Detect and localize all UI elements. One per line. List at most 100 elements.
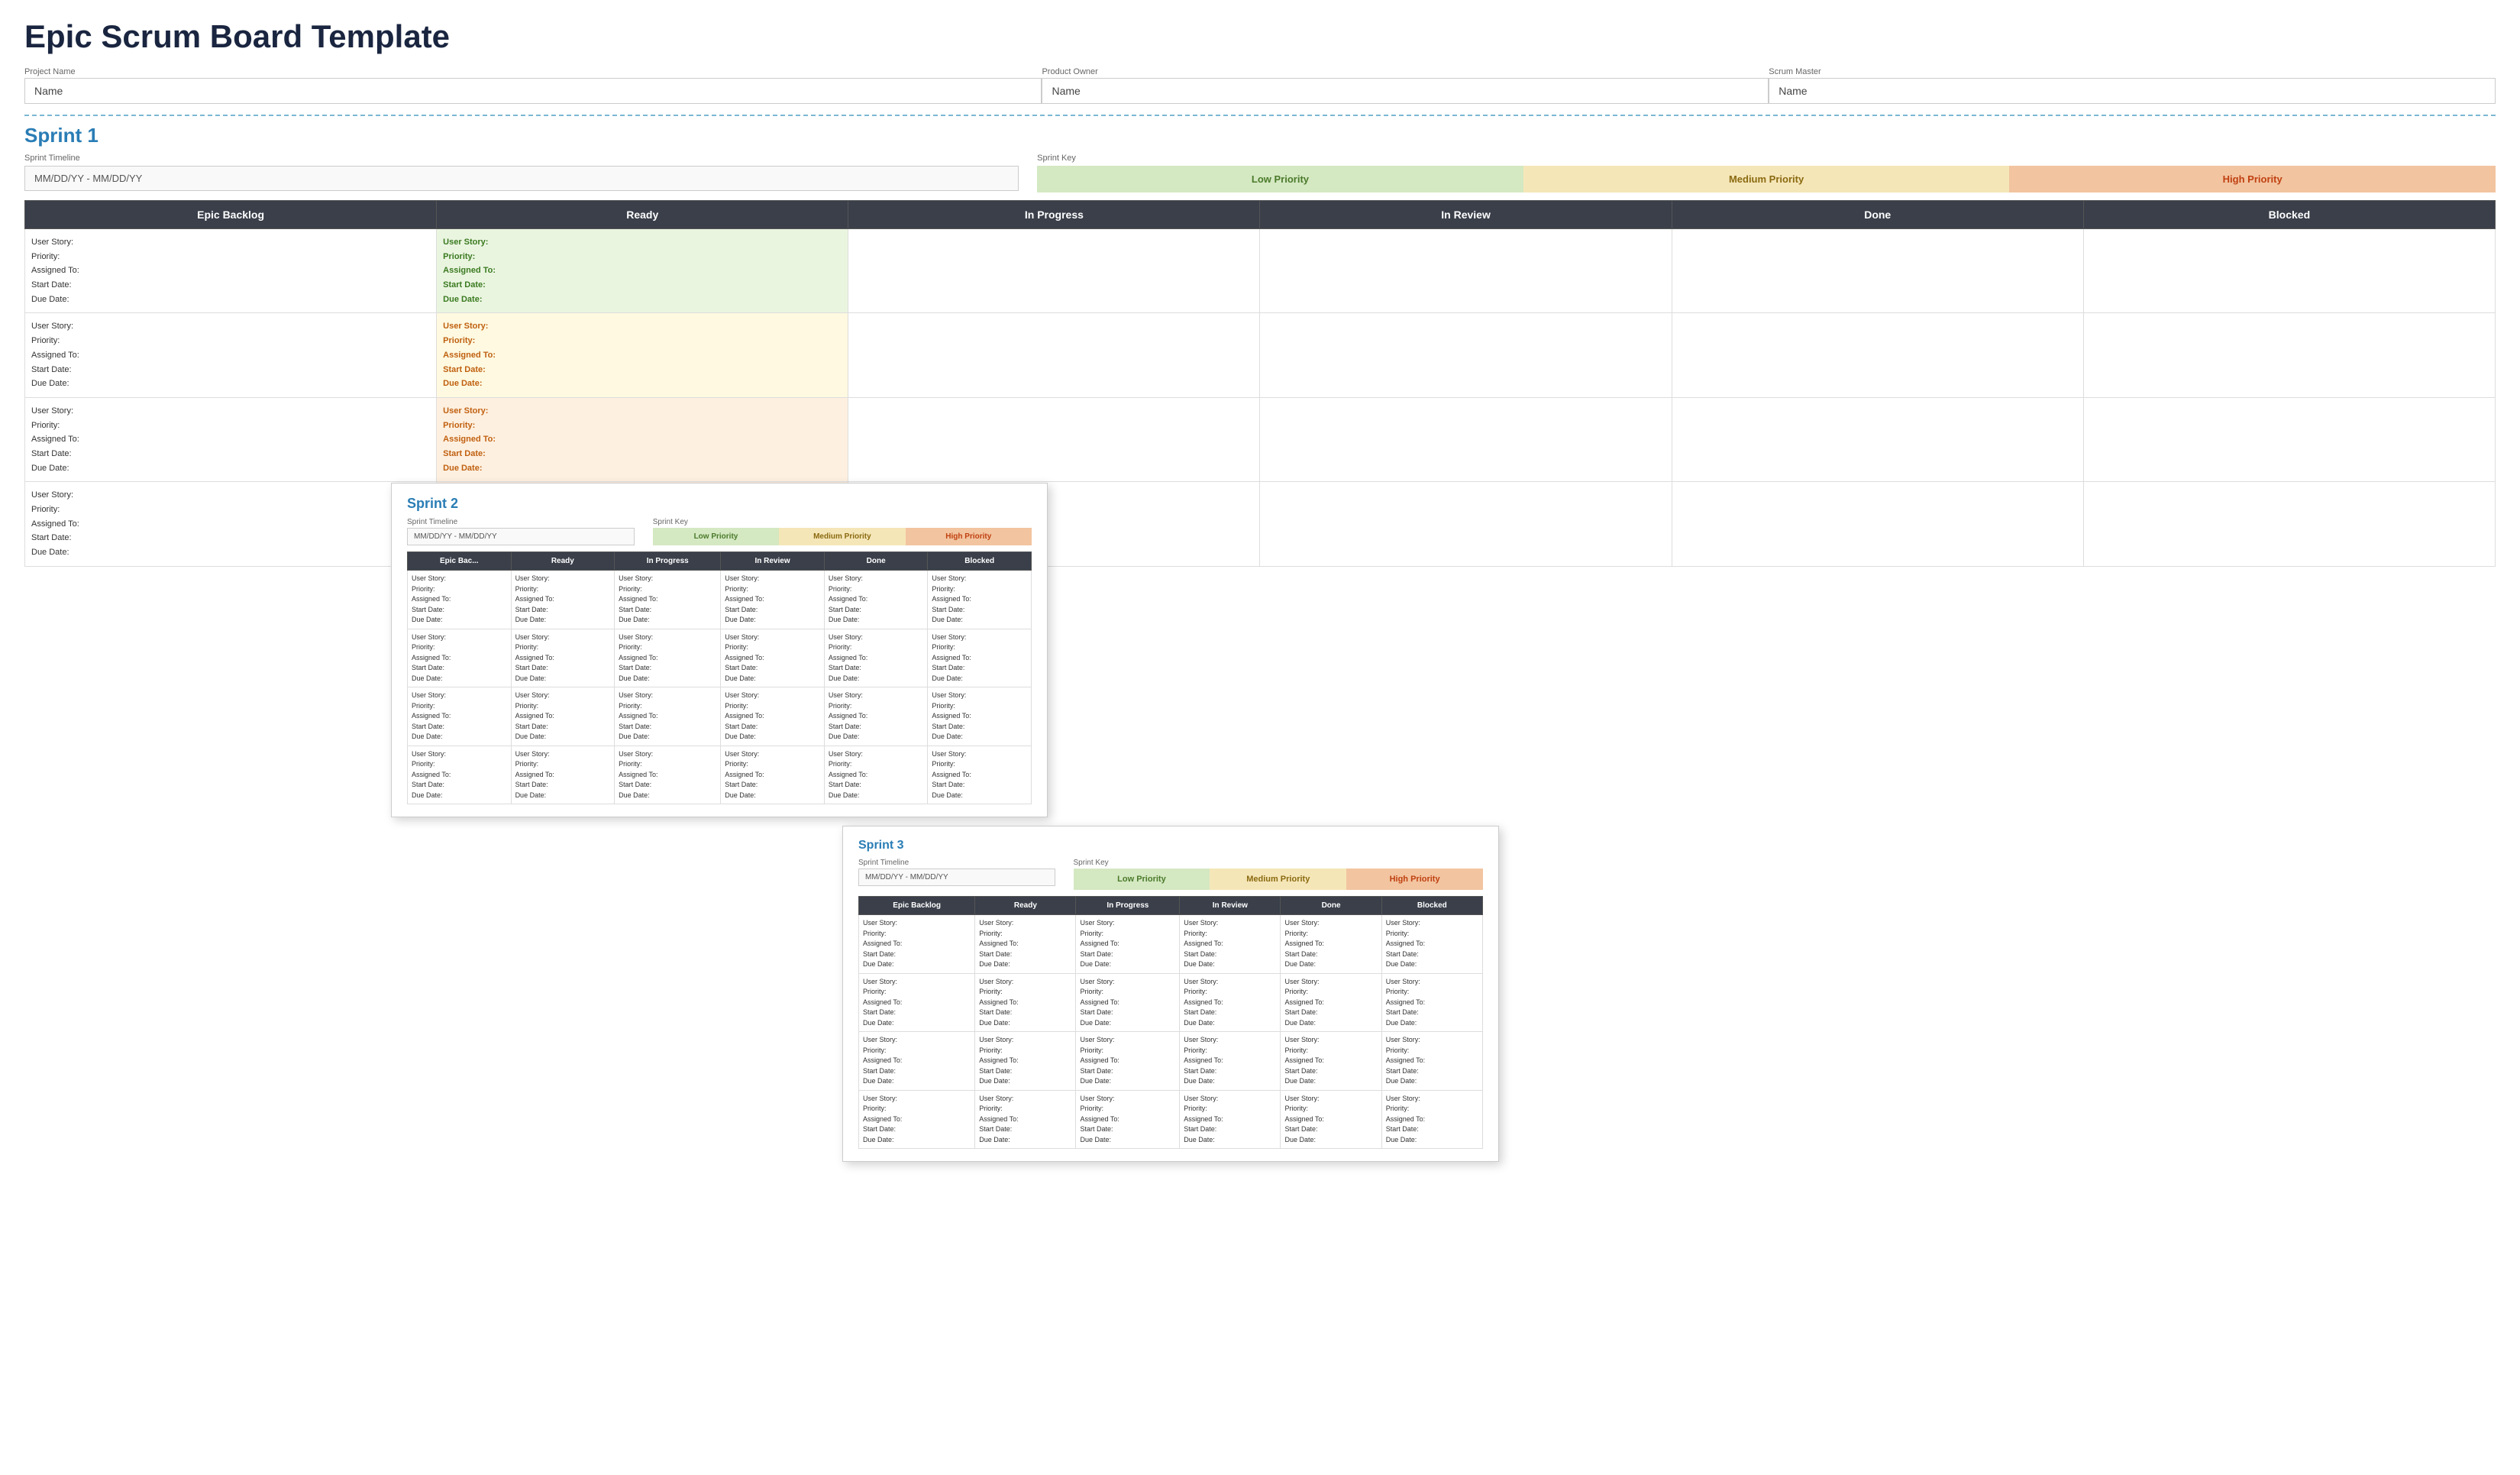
epic-cell-1[interactable]: User Story:Priority:Assigned To:Start Da… — [25, 229, 437, 313]
sprint3-key: Sprint Key Low Priority Medium Priority … — [1074, 859, 1483, 890]
epic-cell-4[interactable]: User Story:Priority:Assigned To:Start Da… — [25, 482, 437, 566]
s2-done-3[interactable]: User Story:Priority:Assigned To:Start Da… — [824, 687, 928, 746]
s3-epic-3[interactable]: User Story:Priority:Assigned To:Start Da… — [859, 1032, 975, 1091]
s3-epic-2[interactable]: User Story:Priority:Assigned To:Start Da… — [859, 973, 975, 1032]
s3-ready-4[interactable]: User Story:Priority:Assigned To:Start Da… — [975, 1090, 1076, 1149]
s3-epic-4[interactable]: User Story:Priority:Assigned To:Start Da… — [859, 1090, 975, 1149]
s2-ready-4[interactable]: User Story:Priority:Assigned To:Start Da… — [511, 746, 615, 804]
s3-col-epic: Epic Backlog — [859, 897, 975, 915]
s3-review-2[interactable]: User Story:Priority:Assigned To:Start Da… — [1180, 973, 1281, 1032]
s2-blocked-2[interactable]: User Story:Priority:Assigned To:Start Da… — [928, 629, 1032, 687]
s2-ready-1[interactable]: User Story:Priority:Assigned To:Start Da… — [511, 571, 615, 629]
ready-card-3: User Story:Priority:Assigned To:Start Da… — [443, 404, 842, 475]
epic-cell-3[interactable]: User Story:Priority:Assigned To:Start Da… — [25, 397, 437, 481]
s3-row-4: User Story:Priority:Assigned To:Start Da… — [859, 1090, 1483, 1149]
sprint3-timeline: Sprint Timeline MM/DD/YY - MM/DD/YY — [858, 859, 1055, 890]
s3-review-4[interactable]: User Story:Priority:Assigned To:Start Da… — [1180, 1090, 1281, 1149]
ready-cell-3[interactable]: User Story:Priority:Assigned To:Start Da… — [437, 397, 848, 481]
s2-done-2[interactable]: User Story:Priority:Assigned To:Start Da… — [824, 629, 928, 687]
s2-blocked-4[interactable]: User Story:Priority:Assigned To:Start Da… — [928, 746, 1032, 804]
s3-done-2[interactable]: User Story:Priority:Assigned To:Start Da… — [1281, 973, 1381, 1032]
s3-progress-2[interactable]: User Story:Priority:Assigned To:Start Da… — [1076, 973, 1180, 1032]
in-review-cell-2[interactable] — [1260, 313, 1672, 397]
s2-review-2[interactable]: User Story:Priority:Assigned To:Start Da… — [721, 629, 825, 687]
in-review-cell-3[interactable] — [1260, 397, 1672, 481]
s3-blocked-2[interactable]: User Story:Priority:Assigned To:Start Da… — [1381, 973, 1482, 1032]
project-name-value[interactable]: Name — [24, 78, 1042, 104]
s3-ready-2[interactable]: User Story:Priority:Assigned To:Start Da… — [975, 973, 1076, 1032]
sprint1-section: Sprint 1 Sprint Timeline MM/DD/YY - MM/D… — [24, 124, 2496, 567]
done-cell-3[interactable] — [1672, 397, 2083, 481]
s2-ready-2[interactable]: User Story:Priority:Assigned To:Start Da… — [511, 629, 615, 687]
ready-card-1: User Story:Priority:Assigned To:Start Da… — [443, 235, 842, 306]
s3-epic-1[interactable]: User Story:Priority:Assigned To:Start Da… — [859, 915, 975, 974]
in-progress-cell-3[interactable] — [848, 397, 1260, 481]
s3-blocked-4[interactable]: User Story:Priority:Assigned To:Start Da… — [1381, 1090, 1482, 1149]
blocked-cell-4[interactable] — [2083, 482, 2495, 566]
in-review-cell-4[interactable] — [1260, 482, 1672, 566]
done-cell-2[interactable] — [1672, 313, 2083, 397]
blocked-cell-2[interactable] — [2083, 313, 2495, 397]
epic-cell-2[interactable]: User Story:Priority:Assigned To:Start Da… — [25, 313, 437, 397]
s2-blocked-1[interactable]: User Story:Priority:Assigned To:Start Da… — [928, 571, 1032, 629]
done-cell-1[interactable] — [1672, 229, 2083, 313]
blocked-cell-1[interactable] — [2083, 229, 2495, 313]
s2-col-ready: Ready — [511, 552, 615, 571]
col-blocked: Blocked — [2083, 201, 2495, 229]
sprint3-key-boxes: Low Priority Medium Priority High Priori… — [1074, 869, 1483, 890]
s2-review-1[interactable]: User Story:Priority:Assigned To:Start Da… — [721, 571, 825, 629]
s2-epic-1[interactable]: User Story:Priority:Assigned To:Start Da… — [408, 571, 512, 629]
sprint2-key-label: Sprint Key — [653, 518, 1032, 526]
s3-blocked-1[interactable]: User Story:Priority:Assigned To:Start Da… — [1381, 915, 1482, 974]
sprint3-header: Sprint Timeline MM/DD/YY - MM/DD/YY Spri… — [858, 859, 1483, 890]
in-progress-cell-1[interactable] — [848, 229, 1260, 313]
sprint3-title: Sprint 3 — [858, 839, 1483, 852]
s3-col-ready: Ready — [975, 897, 1076, 915]
ready-cell-2[interactable]: User Story:Priority:Assigned To:Start Da… — [437, 313, 848, 397]
s2-epic-2[interactable]: User Story:Priority:Assigned To:Start Da… — [408, 629, 512, 687]
s3-progress-4[interactable]: User Story:Priority:Assigned To:Start Da… — [1076, 1090, 1180, 1149]
sprint3-overlay: Sprint 3 Sprint Timeline MM/DD/YY - MM/D… — [842, 826, 1499, 1162]
s3-progress-1[interactable]: User Story:Priority:Assigned To:Start Da… — [1076, 915, 1180, 974]
s3-review-3[interactable]: User Story:Priority:Assigned To:Start Da… — [1180, 1032, 1281, 1091]
s3-done-4[interactable]: User Story:Priority:Assigned To:Start Da… — [1281, 1090, 1381, 1149]
s3-blocked-3[interactable]: User Story:Priority:Assigned To:Start Da… — [1381, 1032, 1482, 1091]
s3-row-1: User Story:Priority:Assigned To:Start Da… — [859, 915, 1483, 974]
project-name-section: Project Name Name — [24, 67, 1042, 104]
in-review-cell-1[interactable] — [1260, 229, 1672, 313]
s2-done-4[interactable]: User Story:Priority:Assigned To:Start Da… — [824, 746, 928, 804]
ready-cell-1[interactable]: User Story:Priority:Assigned To:Start Da… — [437, 229, 848, 313]
project-name-label: Project Name — [24, 67, 1042, 76]
scrum-master-value[interactable]: Name — [1769, 78, 2496, 104]
scrum-master-section: Scrum Master Name — [1769, 67, 2496, 104]
s2-epic-3[interactable]: User Story:Priority:Assigned To:Start Da… — [408, 687, 512, 746]
s2-ready-3[interactable]: User Story:Priority:Assigned To:Start Da… — [511, 687, 615, 746]
s3-ready-1[interactable]: User Story:Priority:Assigned To:Start Da… — [975, 915, 1076, 974]
product-owner-value[interactable]: Name — [1042, 78, 1769, 104]
s2-progress-3[interactable]: User Story:Priority:Assigned To:Start Da… — [615, 687, 721, 746]
s3-done-3[interactable]: User Story:Priority:Assigned To:Start Da… — [1281, 1032, 1381, 1091]
blocked-cell-3[interactable] — [2083, 397, 2495, 481]
s2-row-3: User Story:Priority:Assigned To:Start Da… — [408, 687, 1032, 746]
in-progress-cell-2[interactable] — [848, 313, 1260, 397]
s2-review-4[interactable]: User Story:Priority:Assigned To:Start Da… — [721, 746, 825, 804]
s3-done-1[interactable]: User Story:Priority:Assigned To:Start Da… — [1281, 915, 1381, 974]
sprint2-key-boxes: Low Priority Medium Priority High Priori… — [653, 528, 1032, 545]
done-cell-4[interactable] — [1672, 482, 2083, 566]
sprint3-timeline-value[interactable]: MM/DD/YY - MM/DD/YY — [858, 869, 1055, 886]
s2-epic-4[interactable]: User Story:Priority:Assigned To:Start Da… — [408, 746, 512, 804]
s2-blocked-3[interactable]: User Story:Priority:Assigned To:Start Da… — [928, 687, 1032, 746]
sprint1-timeline-value[interactable]: MM/DD/YY - MM/DD/YY — [24, 166, 1019, 191]
s2-progress-4[interactable]: User Story:Priority:Assigned To:Start Da… — [615, 746, 721, 804]
s2-progress-2[interactable]: User Story:Priority:Assigned To:Start Da… — [615, 629, 721, 687]
s3-ready-3[interactable]: User Story:Priority:Assigned To:Start Da… — [975, 1032, 1076, 1091]
s2-done-1[interactable]: User Story:Priority:Assigned To:Start Da… — [824, 571, 928, 629]
sprint3-key-high: High Priority — [1346, 869, 1483, 890]
s3-review-1[interactable]: User Story:Priority:Assigned To:Start Da… — [1180, 915, 1281, 974]
sprint3-key-medium: Medium Priority — [1210, 869, 1346, 890]
s2-review-3[interactable]: User Story:Priority:Assigned To:Start Da… — [721, 687, 825, 746]
s3-progress-3[interactable]: User Story:Priority:Assigned To:Start Da… — [1076, 1032, 1180, 1091]
s2-progress-1[interactable]: User Story:Priority:Assigned To:Start Da… — [615, 571, 721, 629]
col-epic-backlog: Epic Backlog — [25, 201, 437, 229]
sprint2-timeline-value[interactable]: MM/DD/YY - MM/DD/YY — [407, 528, 635, 545]
